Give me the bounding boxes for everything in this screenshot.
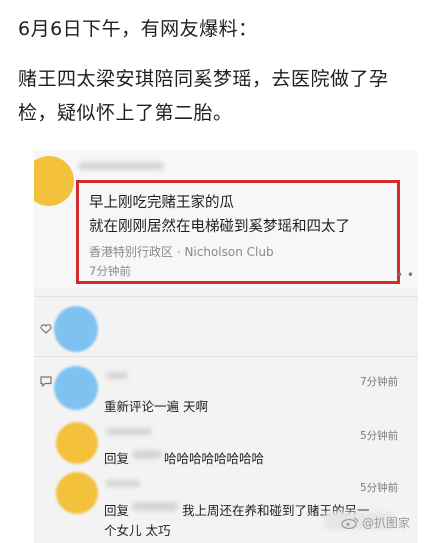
weibo-watermark: @扒图家 [341, 514, 410, 531]
commenter-avatar[interactable] [56, 472, 98, 514]
post-location[interactable]: 香港特别行政区 · Nicholson Club [89, 243, 274, 260]
poster-name-blurred [78, 162, 164, 170]
headline: 6月6日下午，有网友爆料： [18, 18, 258, 40]
reply-prefix: 回复 [104, 503, 130, 518]
social-post-screenshot: 早上刚吃完赌王家的瓜 就在刚刚居然在电梯碰到奚梦瑶和四太了 香港特别行政区 · … [34, 150, 418, 543]
commenter-name-blurred [106, 428, 152, 435]
weibo-logo-icon [341, 517, 359, 529]
reply-target-blurred [132, 450, 162, 459]
comment-text: 重新评论一遍 天啊 [104, 399, 208, 414]
poster-avatar [34, 156, 74, 206]
divider [34, 356, 418, 357]
comment-time: 7分钟前 [360, 376, 399, 388]
post-text-line1: 早上刚吃完赌王家的瓜 [89, 195, 234, 211]
reply-target-blurred [132, 502, 178, 511]
commenter-name-blurred [106, 372, 128, 379]
highlighted-post-content: 早上刚吃完赌王家的瓜 就在刚刚居然在电梯碰到奚梦瑶和四太了 香港特别行政区 · … [76, 180, 400, 284]
heart-icon[interactable] [40, 324, 52, 334]
comment-text: 哈哈哈哈哈哈哈哈 [164, 451, 265, 466]
comment-time: 5分钟前 [360, 482, 399, 494]
commenter-avatar[interactable] [54, 366, 98, 410]
divider [34, 296, 418, 297]
post-text-line2: 就在刚刚居然在电梯碰到奚梦瑶和四太了 [89, 219, 350, 235]
more-options-icon[interactable]: • • [396, 268, 414, 282]
commenter-name-blurred [106, 480, 140, 487]
article-paragraph: 赌王四太梁安琪陪同奚梦瑶，去医院做了孕检，疑似怀上了第二胎。 [18, 68, 389, 124]
watermark-text: @扒图家 [361, 516, 410, 530]
post-time: 7分钟前 [89, 264, 131, 278]
comment-time: 5分钟前 [360, 430, 399, 442]
commenter-avatar[interactable] [56, 422, 98, 464]
liker-avatar[interactable] [54, 306, 98, 352]
reply-prefix: 回复 [104, 451, 130, 466]
comment-text-continued: 个女儿 太巧 [104, 523, 171, 538]
comment-icon[interactable] [40, 376, 52, 388]
